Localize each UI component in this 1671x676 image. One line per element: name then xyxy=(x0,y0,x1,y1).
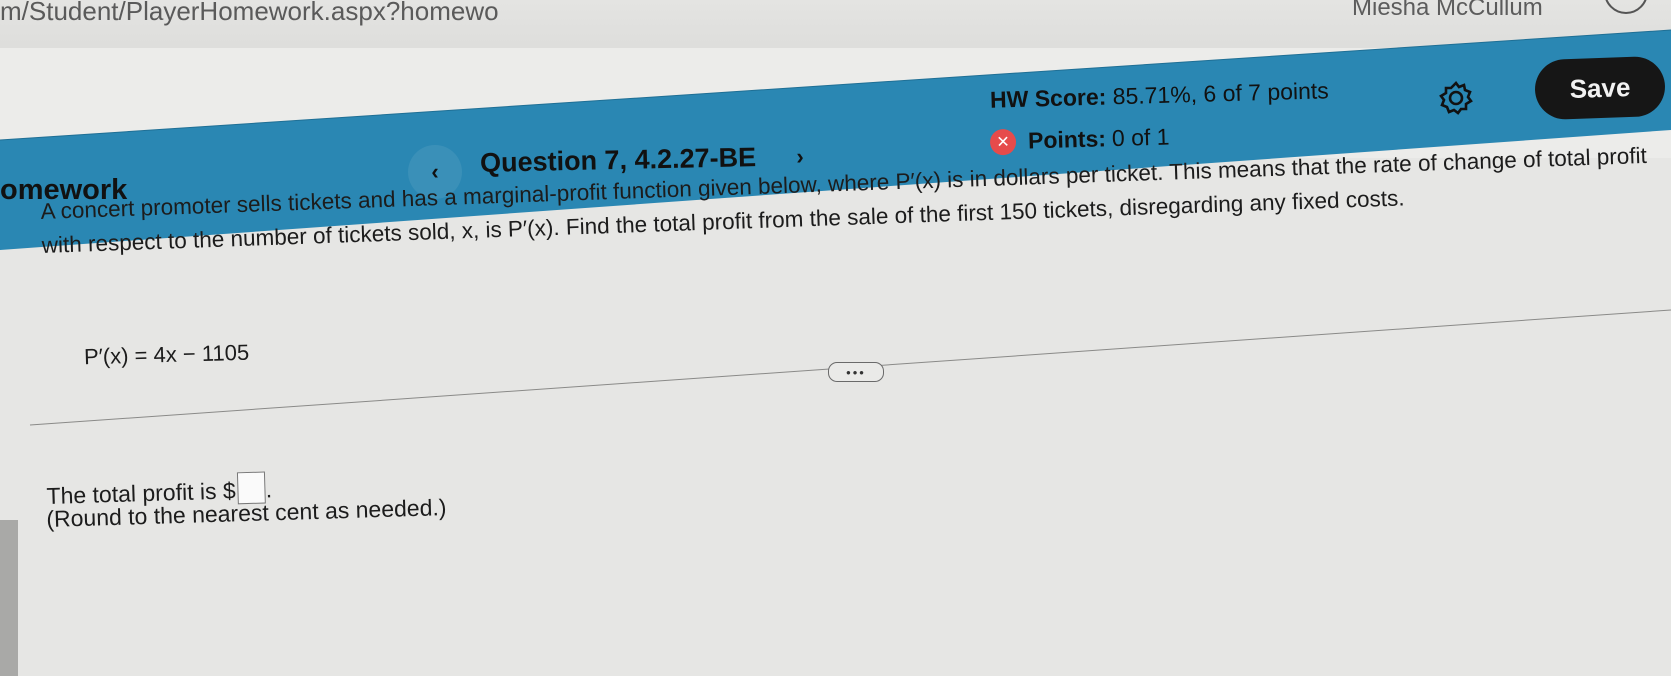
page: m/Student/PlayerHomework.aspx?homewo Mie… xyxy=(0,0,1671,676)
question-text: A concert promoter sells tickets and has… xyxy=(40,142,1648,258)
question-content: A concert promoter sells tickets and has… xyxy=(0,0,1671,676)
formula: P′(x) = 4x − 1105 xyxy=(83,339,250,370)
expand-more-button[interactable]: ••• xyxy=(828,362,884,382)
left-edge-shadow xyxy=(0,520,18,676)
